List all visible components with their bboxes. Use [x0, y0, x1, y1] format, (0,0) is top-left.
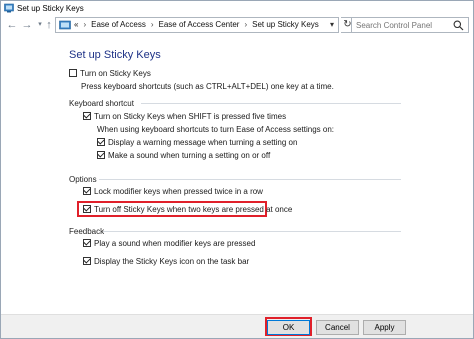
window-title: Set up Sticky Keys — [17, 4, 84, 13]
breadcrumb-ease-of-access-center[interactable]: Ease of Access Center — [159, 20, 240, 29]
search-icon[interactable] — [453, 20, 464, 31]
section-keyboard-shortcut: Keyboard shortcut — [69, 99, 134, 108]
display-icon-option[interactable]: Display the Sticky Keys icon on the task… — [83, 256, 250, 266]
up-arrow-icon[interactable]: ↑ — [42, 18, 56, 32]
section-divider — [103, 231, 401, 232]
control-panel-icon — [59, 20, 71, 30]
turn-off-two-keys-checkbox[interactable] — [83, 204, 91, 213]
shift-five-times-option[interactable]: Turn on Sticky Keys when SHIFT is presse… — [83, 111, 287, 121]
lock-modifier-option[interactable]: Lock modifier keys when pressed twice in… — [83, 186, 263, 196]
search-box[interactable] — [351, 17, 469, 33]
play-sound-option[interactable]: Play a sound when modifier keys are pres… — [83, 238, 256, 248]
cancel-button[interactable]: Cancel — [316, 320, 359, 335]
breadcrumb-separator-icon: › — [244, 20, 248, 29]
lock-modifier-checkbox[interactable] — [83, 186, 91, 195]
make-sound-option[interactable]: Make a sound when turning a setting on o… — [97, 150, 271, 160]
play-sound-label: Play a sound when modifier keys are pres… — [94, 239, 256, 248]
navigation-bar: ← → ▾ ↑ « › Ease of Access › Ease of Access … — [1, 16, 473, 36]
shift-five-times-label: Turn on Sticky Keys when SHIFT is presse… — [94, 112, 287, 121]
search-input[interactable] — [356, 20, 452, 31]
apply-button[interactable]: Apply — [363, 320, 406, 335]
warning-message-checkbox[interactable] — [97, 137, 105, 146]
breadcrumb-ease-of-access[interactable]: Ease of Access — [91, 20, 146, 29]
dialog-window: Set up Sticky Keys ← → ▾ ↑ « › Ease of Acc… — [0, 0, 474, 339]
display-icon-checkbox[interactable] — [83, 256, 91, 265]
address-dropdown-chevron-icon[interactable]: ▾ — [330, 20, 334, 29]
turn-on-sticky-keys-option[interactable]: Turn on Sticky Keys — [69, 68, 151, 78]
forward-arrow-icon[interactable]: → — [20, 18, 34, 32]
breadcrumb: « › Ease of Access › Ease of Access Center › S… — [74, 20, 319, 29]
turn-off-two-keys-label: Turn off Sticky Keys when two keys are p… — [94, 205, 293, 214]
main-content: Set up Sticky Keys Turn on Sticky Keys P… — [1, 36, 473, 314]
display-icon-label: Display the Sticky Keys icon on the task… — [94, 257, 250, 266]
lock-modifier-label: Lock modifier keys when pressed twice in… — [94, 187, 263, 196]
ok-button[interactable]: OK — [267, 320, 310, 335]
breadcrumb-set-up-sticky-keys[interactable]: Set up Sticky Keys — [252, 20, 319, 29]
control-panel-icon — [4, 3, 14, 13]
shortcut-note: When using keyboard shortcuts to turn Ea… — [97, 125, 335, 134]
warning-message-option[interactable]: Display a warning message when turning a… — [97, 137, 298, 147]
breadcrumb-overflow[interactable]: « — [74, 20, 78, 29]
turn-on-description: Press keyboard shortcuts (such as CTRL+A… — [81, 82, 334, 91]
turn-on-sticky-keys-label: Turn on Sticky Keys — [80, 69, 151, 78]
breadcrumb-separator-icon: › — [150, 20, 154, 29]
page-title: Set up Sticky Keys — [69, 49, 161, 61]
turn-off-two-keys-option[interactable]: Turn off Sticky Keys when two keys are p… — [83, 204, 293, 214]
make-sound-label: Make a sound when turning a setting on o… — [108, 151, 271, 160]
turn-on-sticky-keys-checkbox[interactable] — [69, 68, 77, 77]
back-arrow-icon[interactable]: ← — [5, 18, 19, 32]
section-options: Options — [69, 175, 97, 184]
address-bar[interactable]: « › Ease of Access › Ease of Access Center › S… — [55, 17, 339, 33]
make-sound-checkbox[interactable] — [97, 150, 105, 159]
title-bar: Set up Sticky Keys — [1, 1, 473, 16]
warning-message-label: Display a warning message when turning a… — [108, 138, 298, 147]
section-divider — [99, 179, 401, 180]
button-bar: OK Cancel Apply — [1, 314, 473, 338]
play-sound-checkbox[interactable] — [83, 238, 91, 247]
shift-five-times-checkbox[interactable] — [83, 111, 91, 120]
section-feedback: Feedback — [69, 227, 105, 236]
breadcrumb-separator-icon: › — [83, 20, 87, 29]
section-divider — [141, 103, 401, 104]
